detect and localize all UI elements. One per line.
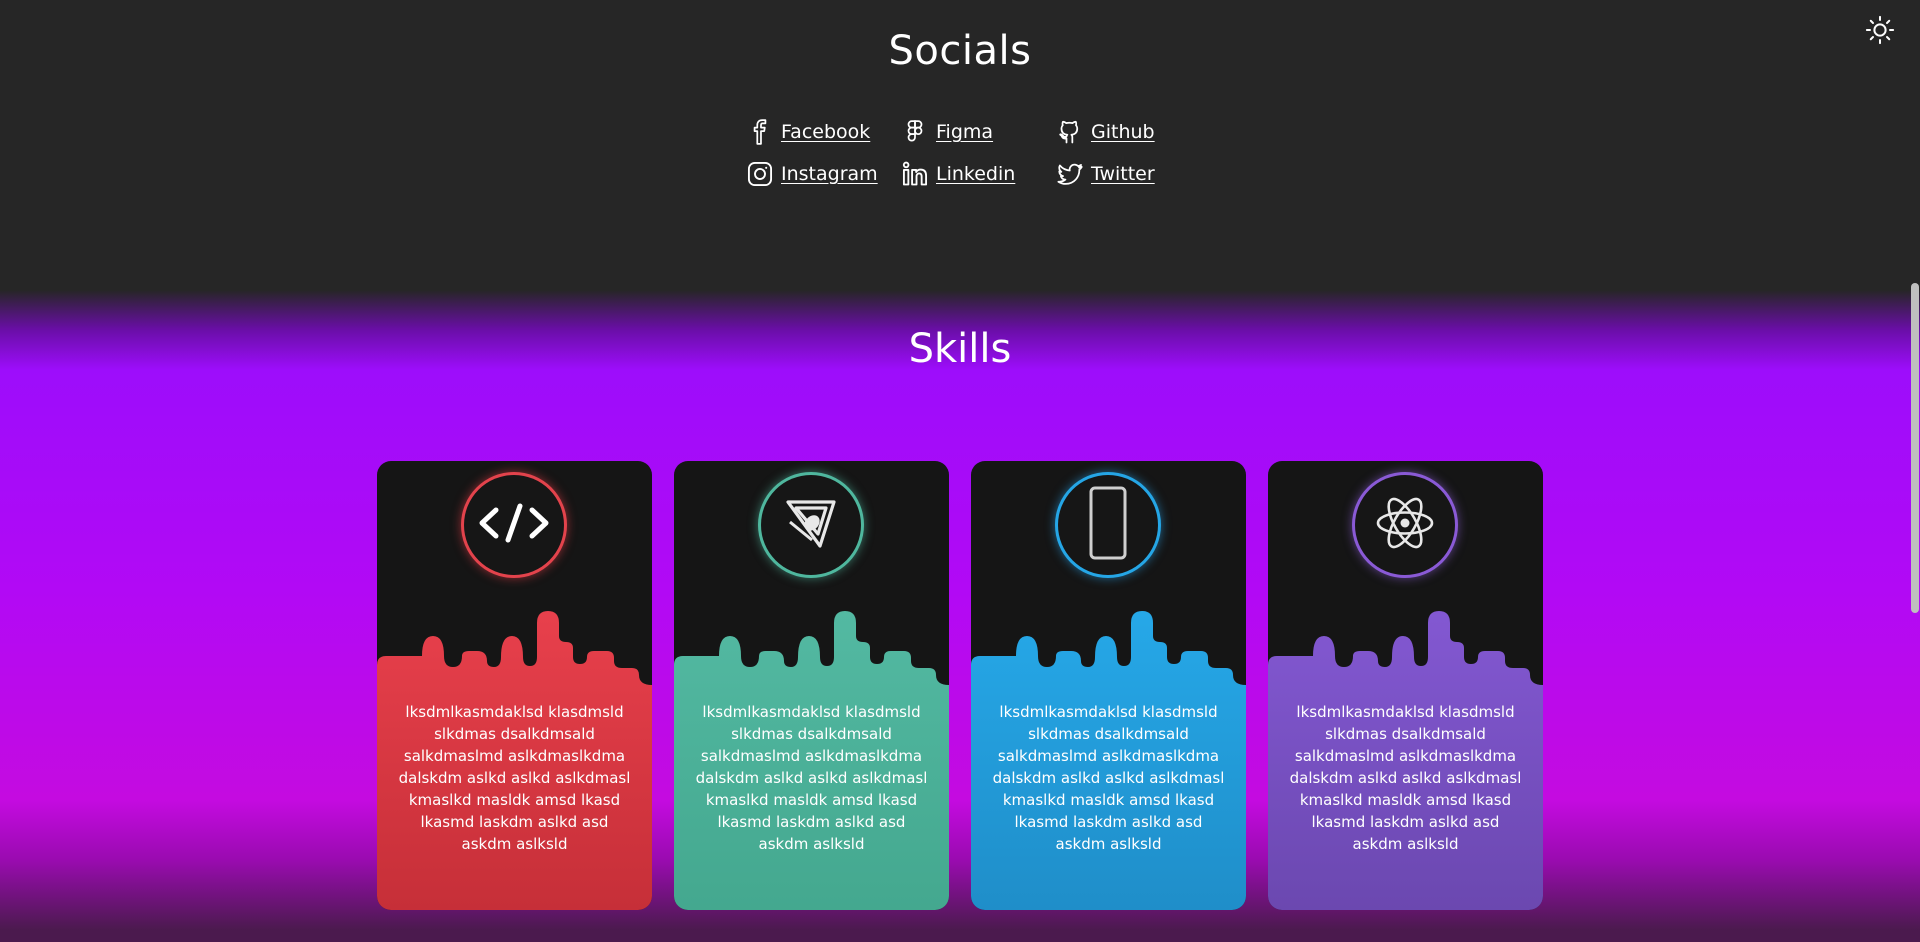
skill-card-react: lksdmlkasmdaklsd klasdmsld slkdmas dsalk… [1268,461,1543,910]
socials-title: Socials [888,28,1032,74]
skill-card-code: lksdmlkasmdaklsd klasdmsld slkdmas dsalk… [377,461,652,910]
code-icon [476,498,552,552]
skill-badge [1058,475,1158,575]
skills-title: Skills [908,326,1012,372]
skill-description: lksdmlkasmdaklsd klasdmsld slkdmas dsalk… [695,703,928,853]
socials-section: Socials Facebook Figma Github Instagram … [0,0,1920,290]
skill-badge [761,475,861,575]
social-links: Facebook Figma Github Instagram Linkedin… [745,117,1210,189]
skill-cards: lksdmlkasmdaklsd klasdmsld slkdmas dsalk… [377,461,1543,910]
theme-toggle-button[interactable] [1863,15,1897,49]
sun-icon [1865,15,1895,49]
facebook-icon [745,117,775,147]
skills-section: Skills lksdmlkasmdaklsd klasdmsld slkdma… [0,290,1920,942]
social-link-label: Figma [936,121,994,143]
social-link-instagram[interactable]: Instagram [745,159,900,189]
skill-badge [464,475,564,575]
mobile-phone-icon [1088,485,1128,565]
social-link-label: Linkedin [936,163,1016,185]
social-link-github[interactable]: Github [1055,117,1210,147]
social-link-label: Instagram [781,163,878,185]
social-link-label: Facebook [781,121,871,143]
linkedin-icon [900,159,930,189]
twitter-icon [1055,159,1085,189]
react-atom-icon [1373,491,1437,559]
social-link-label: Github [1091,121,1155,143]
social-link-label: Twitter [1091,163,1155,185]
design-pen-icon [780,492,842,558]
skill-description: lksdmlkasmdaklsd klasdmsld slkdmas dsalk… [398,703,631,853]
social-link-twitter[interactable]: Twitter [1055,159,1210,189]
social-link-figma[interactable]: Figma [900,117,1055,147]
social-link-linkedin[interactable]: Linkedin [900,159,1055,189]
skill-card-mobile: lksdmlkasmdaklsd klasdmsld slkdmas dsalk… [971,461,1246,910]
skill-description: lksdmlkasmdaklsd klasdmsld slkdmas dsalk… [1289,703,1522,853]
social-link-facebook[interactable]: Facebook [745,117,900,147]
skill-description: lksdmlkasmdaklsd klasdmsld slkdmas dsalk… [992,703,1225,853]
page-scrollbar[interactable] [1908,0,1920,942]
skill-badge [1355,475,1455,575]
scrollbar-thumb[interactable] [1911,283,1919,613]
skill-card-design: lksdmlkasmdaklsd klasdmsld slkdmas dsalk… [674,461,949,910]
figma-icon [900,117,930,147]
instagram-icon [745,159,775,189]
github-icon [1055,117,1085,147]
